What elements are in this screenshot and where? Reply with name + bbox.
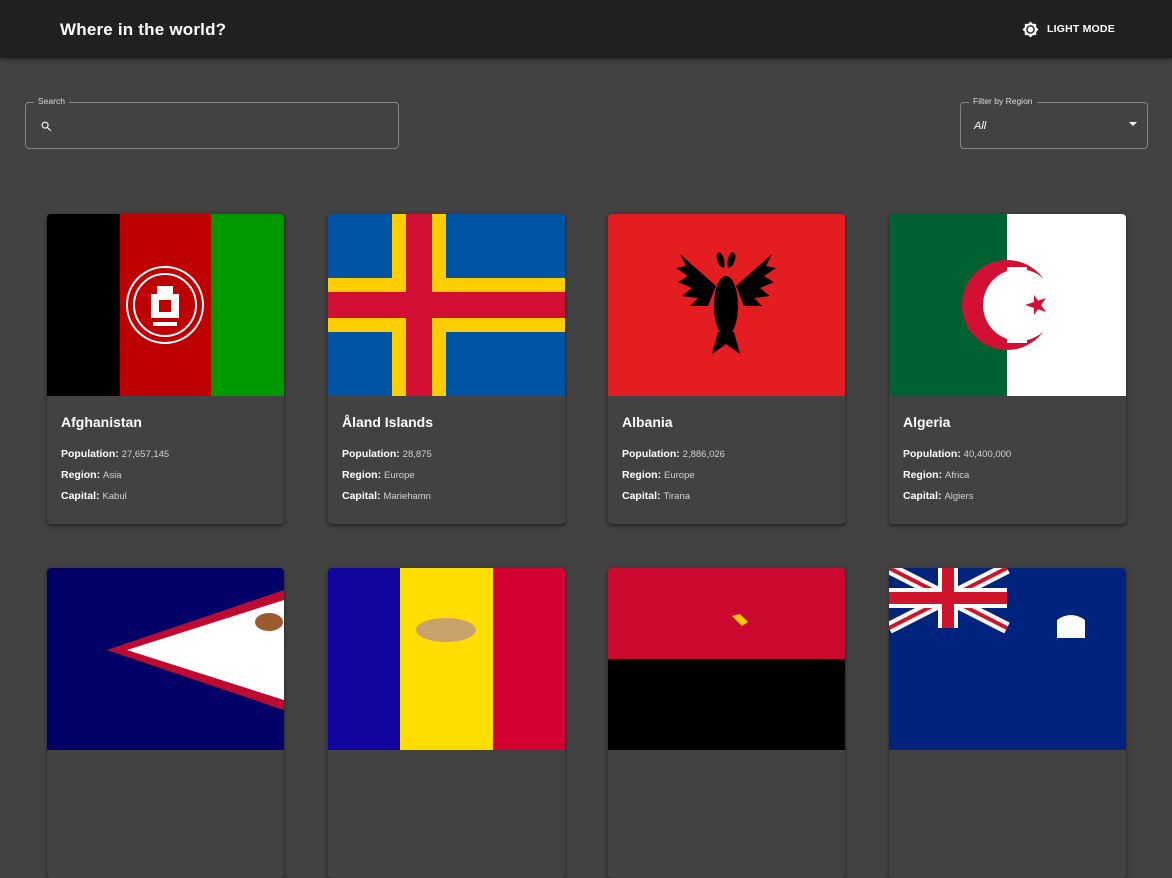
search-label: Search xyxy=(34,96,69,106)
chevron-down-icon xyxy=(1129,122,1137,126)
population-row: Population: 2,886,026 xyxy=(622,448,725,460)
population-row: Population: 27,657,145 xyxy=(61,448,170,460)
capital-row: Capital: Kabul xyxy=(61,490,127,502)
region-value: Europe xyxy=(384,470,415,481)
country-name: Algeria xyxy=(903,414,951,430)
region-value: Asia xyxy=(103,470,122,481)
region-value: Africa xyxy=(945,470,970,481)
flag-anguilla xyxy=(889,568,1126,750)
brightness-icon xyxy=(1022,20,1039,38)
population-value: 28,875 xyxy=(402,449,432,460)
flag-afghanistan xyxy=(47,214,284,396)
country-card-american-samoa[interactable] xyxy=(47,568,284,878)
capital-value: Algiers xyxy=(944,491,974,502)
light-mode-toggle[interactable]: LIGHT MODE xyxy=(1022,19,1115,39)
region-filter-value: All xyxy=(974,120,987,132)
region-row: Region: Asia xyxy=(61,469,122,481)
country-card-albania[interactable]: Albania Population: 2,886,026 Region: Eu… xyxy=(608,214,845,524)
capital-row: Capital: Algiers xyxy=(903,490,974,502)
capital-row: Capital: Tirana xyxy=(622,490,691,502)
country-card-anguilla[interactable] xyxy=(889,568,1126,878)
search-input[interactable] xyxy=(66,113,390,141)
app-title: Where in the world? xyxy=(60,20,227,39)
flag-american-samoa xyxy=(47,568,284,750)
population-row: Population: 28,875 xyxy=(342,448,432,460)
region-value: Europe xyxy=(664,470,695,481)
light-mode-label: LIGHT MODE xyxy=(1047,23,1115,35)
flag-angola xyxy=(608,568,845,750)
population-row: Population: 40,400,000 xyxy=(903,448,1012,460)
country-name: Albania xyxy=(622,414,673,430)
flag-albania xyxy=(608,214,845,396)
country-name: Åland Islands xyxy=(342,414,434,430)
flag-andorra xyxy=(328,568,565,750)
population-value: 40,400,000 xyxy=(963,449,1012,460)
population-value: 2,886,026 xyxy=(682,449,725,460)
population-value: 27,657,145 xyxy=(121,449,170,460)
country-name: Afghanistan xyxy=(61,414,142,430)
region-row: Region: Africa xyxy=(903,469,970,481)
country-card-aland-islands[interactable]: Åland Islands Population: 28,875 Region:… xyxy=(328,214,565,524)
capital-value: Mariehamn xyxy=(383,491,431,502)
capital-value: Tirana xyxy=(663,491,691,502)
flag-aland-islands xyxy=(328,214,565,396)
search-icon xyxy=(41,121,52,132)
country-card-afghanistan[interactable]: Afghanistan Population: 27,657,145 Regio… xyxy=(47,214,284,524)
country-card-algeria[interactable]: Algeria Population: 40,400,000 Region: A… xyxy=(889,214,1126,524)
region-row: Region: Europe xyxy=(342,469,415,481)
capital-row: Capital: Mariehamn xyxy=(342,490,431,502)
app-bar: Where in the world? LIGHT MODE xyxy=(0,0,1172,58)
capital-value: Kabul xyxy=(102,491,127,502)
search-field[interactable]: Search xyxy=(25,96,399,149)
region-row: Region: Europe xyxy=(622,469,695,481)
region-filter-select[interactable]: Filter by Region All xyxy=(960,96,1148,149)
country-card-andorra[interactable] xyxy=(328,568,565,878)
region-filter-label: Filter by Region xyxy=(969,96,1037,106)
country-card-angola[interactable] xyxy=(608,568,845,878)
flag-algeria xyxy=(889,214,1126,396)
